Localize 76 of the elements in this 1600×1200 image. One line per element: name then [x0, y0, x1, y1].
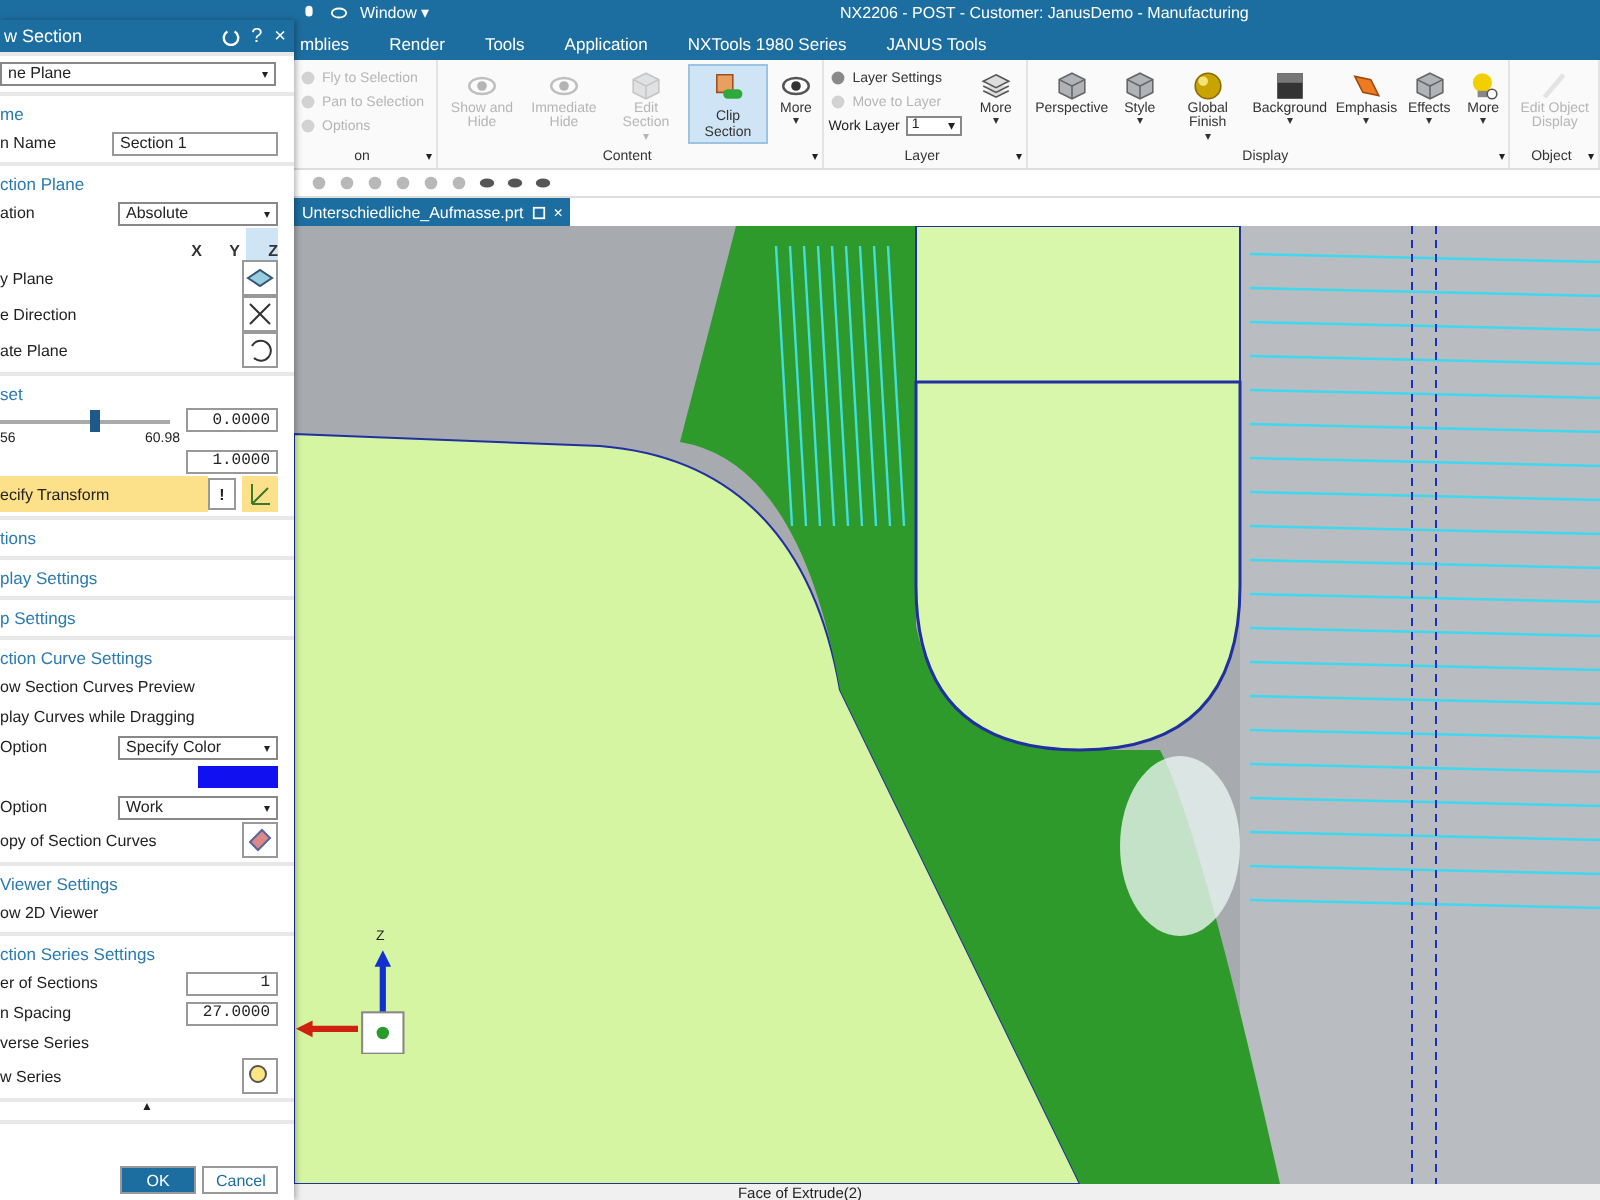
section-header[interactable]: ction Plane — [0, 173, 85, 193]
menu-tab[interactable]: Application — [564, 33, 648, 53]
gradient-square-icon — [1273, 70, 1306, 102]
option-label: ow Section Curves Preview — [0, 678, 197, 696]
option-label: w Series — [0, 1067, 62, 1085]
help-icon[interactable]: ? — [251, 25, 263, 47]
section-header[interactable]: set — [0, 383, 23, 403]
plane-icon[interactable] — [242, 260, 278, 296]
slider-track[interactable] — [0, 409, 170, 431]
eye-icon[interactable] — [330, 4, 348, 22]
warning-button[interactable]: ! — [208, 478, 236, 510]
axis-button[interactable]: X — [170, 228, 202, 260]
eraser-icon[interactable] — [242, 822, 278, 858]
close-icon[interactable]: × — [274, 25, 286, 47]
cube-icon — [1123, 70, 1156, 102]
axis-button[interactable]: Y — [208, 228, 240, 260]
dialog-button[interactable]: OK — [120, 1166, 196, 1194]
input-field[interactable]: 1.0000 — [186, 449, 278, 473]
section-header[interactable]: p Settings — [0, 607, 76, 627]
section-header[interactable]: tions — [0, 527, 36, 547]
field-label: n Name — [0, 134, 57, 152]
wedge-icon — [1350, 70, 1383, 102]
option-label: opy of Section Curves — [0, 831, 157, 849]
circle-icon — [830, 70, 847, 86]
axes-icon[interactable] — [242, 476, 278, 512]
option-label: e Direction — [0, 305, 77, 323]
axis-button[interactable]: Z — [246, 228, 278, 260]
document-tab[interactable]: Unterschiedliche_Aufmasse.prt × — [294, 198, 571, 226]
section-header[interactable]: Viewer Settings — [0, 873, 118, 893]
circle-icon — [300, 94, 316, 110]
input-field[interactable]: 0.0000 — [186, 408, 278, 432]
field-label: er of Sections — [0, 974, 98, 992]
cube-icon — [1413, 70, 1446, 102]
window-title: NX2206 - POST - Customer: JanusDemo - Manufacturing — [840, 4, 1249, 22]
magnifier-icon[interactable] — [242, 1058, 278, 1094]
rotate-icon[interactable] — [242, 332, 278, 368]
menu-tab[interactable]: JANUS Tools — [886, 33, 987, 53]
slider-thumb[interactable] — [89, 409, 100, 431]
cube-icon — [1055, 70, 1088, 102]
option-label: ate Plane — [0, 341, 68, 359]
close-tab-icon[interactable]: × — [553, 203, 563, 221]
section-header[interactable]: me — [0, 103, 24, 123]
menu-tab[interactable]: NXTools 1980 Series — [687, 33, 847, 53]
color-swatch[interactable] — [198, 766, 278, 788]
section-header[interactable]: ction Curve Settings — [0, 647, 153, 667]
section-header[interactable]: play Settings — [0, 567, 98, 587]
cross-icon[interactable] — [242, 296, 278, 332]
field-label: Option — [0, 738, 48, 756]
specify-transform-row[interactable]: ecify Transform — [0, 476, 208, 512]
dialog-title: w Section — [4, 26, 83, 46]
option-label: play Curves while Dragging — [0, 708, 197, 726]
circle-icon — [300, 118, 316, 134]
input-field[interactable]: Section 1 — [112, 131, 278, 155]
menu-tab[interactable]: Tools — [484, 33, 525, 53]
field-label: n Spacing — [0, 1004, 72, 1022]
field-label: ation — [0, 204, 35, 222]
option-label: verse Series — [0, 1034, 91, 1052]
menu-tab[interactable]: Render — [389, 33, 445, 53]
section-header[interactable]: ction Series Settings — [0, 943, 155, 963]
field-label: Option — [0, 798, 48, 816]
sphere-icon — [1191, 70, 1224, 102]
circle-icon — [300, 70, 316, 86]
lightbulb-icon — [1467, 70, 1500, 102]
option-label: y Plane — [0, 269, 54, 287]
cube-icon — [629, 70, 662, 102]
reset-icon[interactable] — [221, 27, 240, 45]
input-field[interactable]: 27.0000 — [186, 1001, 278, 1025]
input-field[interactable]: 1 — [186, 971, 278, 995]
option-label: ow 2D Viewer — [0, 904, 101, 922]
layers-icon — [979, 70, 1012, 102]
dialog-button[interactable]: Cancel — [202, 1166, 278, 1194]
microphone-icon[interactable] — [300, 4, 318, 22]
menu-tab[interactable]: mblies — [300, 33, 350, 53]
window-menu[interactable]: Window ▾ — [360, 4, 430, 22]
cube-toggle-icon — [711, 70, 744, 102]
circle-icon — [830, 94, 847, 110]
